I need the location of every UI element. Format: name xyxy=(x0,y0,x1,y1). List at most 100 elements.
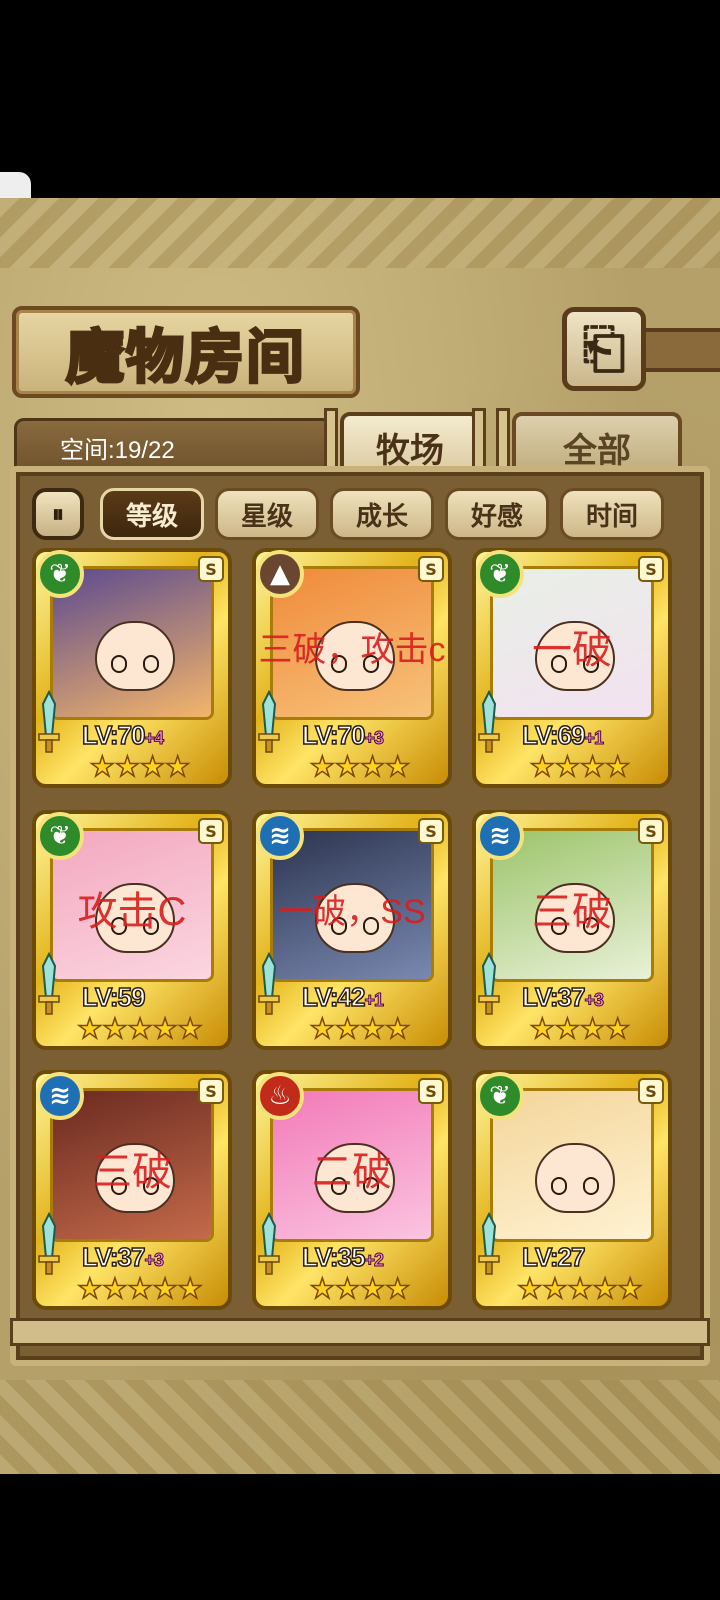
monster-card[interactable]: ❦ S LV:59 ★★★★★ 攻击C xyxy=(32,810,232,1050)
title-plate: 魔物房间 xyxy=(12,306,360,398)
level-plus: +4 xyxy=(144,728,164,749)
portrait-face xyxy=(95,621,175,691)
element-leaf-icon: ❦ xyxy=(36,812,84,860)
rank-s-icon: S xyxy=(418,818,444,844)
star-rating: ★★★★ xyxy=(290,1012,430,1045)
element-water-icon: ≋ xyxy=(36,1072,84,1120)
sort-level-button[interactable]: 等级 xyxy=(100,488,204,540)
sword-icon xyxy=(258,952,280,1015)
element-leaf-icon: ❦ xyxy=(476,1072,524,1120)
monster-card[interactable]: ❦ S LV:69+1 ★★★★ 一破 xyxy=(472,548,672,788)
sword-icon xyxy=(258,690,280,753)
portrait-eye xyxy=(331,917,347,935)
back-button[interactable]: ⎗ xyxy=(562,307,646,391)
portrait-eye xyxy=(551,1177,567,1195)
back-button-rail xyxy=(646,328,720,372)
portrait-eye xyxy=(143,1177,159,1195)
portrait-eye xyxy=(111,917,127,935)
element-water-icon: ≋ xyxy=(476,812,524,860)
portrait-eye xyxy=(363,917,379,935)
monster-card[interactable]: ♨ S LV:35+2 ★★★★ 二破 xyxy=(252,1070,452,1310)
portrait-face xyxy=(535,883,615,953)
level-value: LV:37 xyxy=(81,1241,146,1273)
level-label: LV:37+3 xyxy=(81,1241,164,1273)
portrait-eye xyxy=(583,655,599,673)
stars-icon: ★★★★ xyxy=(529,1012,631,1045)
sword-icon xyxy=(38,690,60,753)
rank-s-icon: S xyxy=(418,1078,444,1104)
portrait-eye xyxy=(143,655,159,673)
portrait-eye xyxy=(363,1177,379,1195)
portrait-eye xyxy=(551,917,567,935)
panel-border-bottom xyxy=(0,1380,720,1474)
level-label: LV:70+3 xyxy=(301,719,384,751)
element-fire-icon: ♨ xyxy=(256,1072,304,1120)
level-label: LV:37+3 xyxy=(521,981,604,1013)
sword-icon xyxy=(258,1212,280,1275)
level-label: LV:27 xyxy=(521,1241,586,1273)
stars-icon: ★★★★ xyxy=(309,750,411,783)
tab-ranch-label: 牧场 xyxy=(376,430,444,471)
star-rating: ★★★★★ xyxy=(510,1272,650,1305)
stars-icon: ★★★★ xyxy=(529,750,631,783)
portrait-face xyxy=(95,883,175,953)
star-rating: ★★★★ xyxy=(510,750,650,783)
element-leaf-icon: ❦ xyxy=(36,550,84,598)
stars-icon: ★★★★ xyxy=(309,1272,411,1305)
monster-card[interactable]: ≋ S LV:37+3 ★★★★ 三破 xyxy=(472,810,672,1050)
sort-affinity-button[interactable]: 好感 xyxy=(445,488,549,540)
level-value: LV:70 xyxy=(301,719,366,751)
sort-time-label: 时间 xyxy=(585,501,638,532)
level-value: LV:59 xyxy=(81,981,146,1013)
portrait-eye xyxy=(331,1177,347,1195)
back-arrow-icon: ⎗ xyxy=(582,317,626,380)
portrait-eye xyxy=(583,917,599,935)
element-water-icon: ≋ xyxy=(256,812,304,860)
monster-card[interactable]: ≋ S LV:42+1 ★★★★ 一破，SS xyxy=(252,810,452,1050)
star-rating: ★★★★ xyxy=(290,750,430,783)
level-plus: +1 xyxy=(364,990,384,1011)
monster-card[interactable]: ❦ S LV:70+4 ★★★★ xyxy=(32,548,232,788)
sort-star-button[interactable]: 星级 xyxy=(215,488,319,540)
star-rating: ★★★★ xyxy=(290,1272,430,1305)
portrait-face xyxy=(315,883,395,953)
monster-card[interactable]: ▲ S LV:70+3 ★★★★ 三破，攻击c xyxy=(252,548,452,788)
portrait-eye xyxy=(111,1177,127,1195)
sort-time-button[interactable]: 时间 xyxy=(560,488,664,540)
star-rating: ★★★★ xyxy=(70,751,210,783)
level-label: LV:69+1 xyxy=(521,719,604,751)
level-label: LV:59 xyxy=(81,981,146,1013)
rank-s-icon: S xyxy=(638,556,664,582)
level-value: LV:42 xyxy=(301,981,366,1013)
portrait-eye xyxy=(551,655,567,673)
sword-icon xyxy=(478,1212,500,1275)
stars-icon: ★★★★★ xyxy=(76,1272,203,1305)
rank-s-icon: S xyxy=(198,818,224,844)
level-value: LV:70 xyxy=(81,719,146,751)
portrait-face xyxy=(535,621,615,691)
sort-growth-label: 成长 xyxy=(355,501,408,532)
sort-growth-button[interactable]: 成长 xyxy=(330,488,434,540)
rank-s-icon: S xyxy=(198,1078,224,1104)
portrait-face xyxy=(315,1143,395,1213)
level-label: LV:70+4 xyxy=(81,719,164,751)
portrait-eye xyxy=(143,917,159,935)
portrait-eye xyxy=(583,1177,599,1195)
star-rating: ★★★★★ xyxy=(70,1272,210,1305)
monster-card[interactable]: ≋ S LV:37+3 ★★★★★ 三破 xyxy=(32,1070,232,1310)
level-value: LV:69 xyxy=(521,719,586,751)
sort-order-icon: ⏸ xyxy=(52,500,64,528)
stars-icon: ★★★★★ xyxy=(76,1012,203,1045)
level-label: LV:35+2 xyxy=(301,1241,384,1273)
element-earth-icon: ▲ xyxy=(256,550,304,598)
level-value: LV:27 xyxy=(521,1241,586,1273)
stars-icon: ★★★★★ xyxy=(516,1272,643,1305)
level-plus: +3 xyxy=(364,728,384,749)
sword-icon xyxy=(38,1212,60,1275)
page-title: 魔物房间 xyxy=(64,322,306,393)
monster-card[interactable]: ❦ S LV:27 ★★★★★ xyxy=(472,1070,672,1310)
stars-icon: ★★★★ xyxy=(309,1012,411,1045)
sort-order-toggle[interactable]: ⏸ xyxy=(32,488,84,540)
sword-icon xyxy=(478,952,500,1015)
panel-border-top xyxy=(0,198,720,268)
